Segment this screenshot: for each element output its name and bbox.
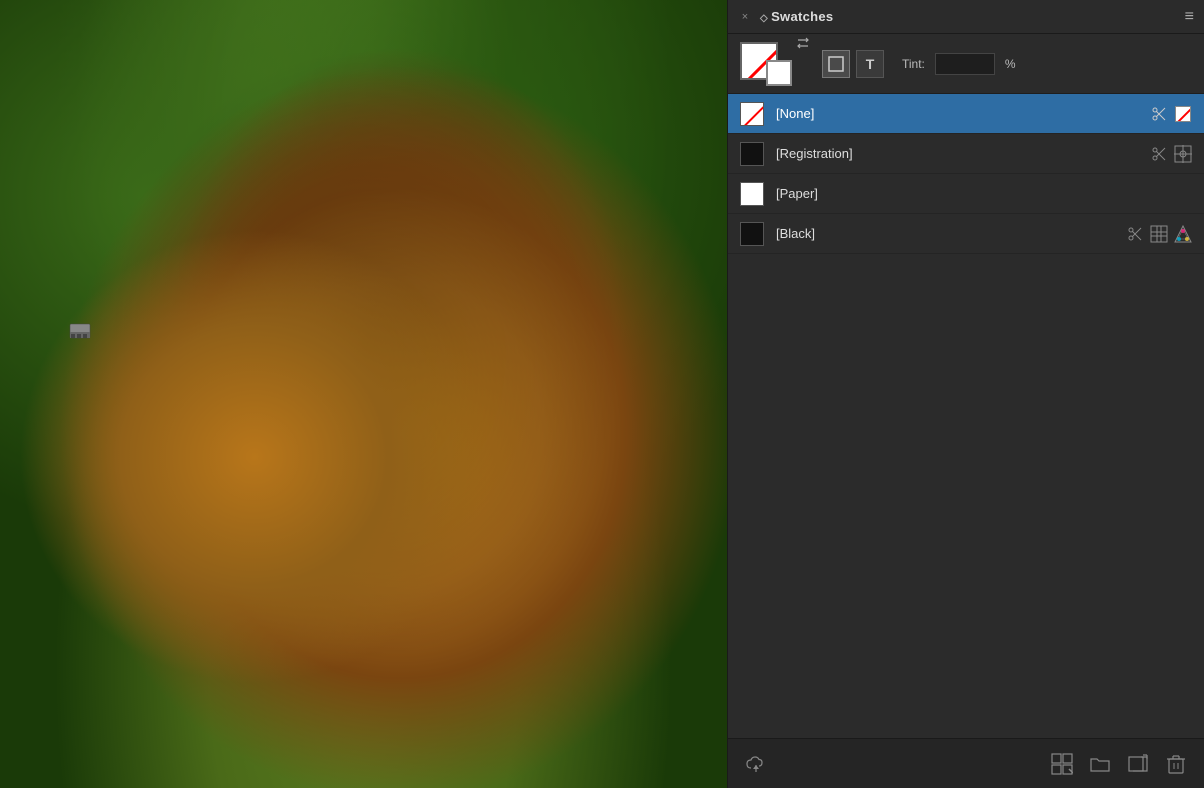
swatch-item-black[interactable]: [Black] <box>728 214 1204 254</box>
scissors-icon <box>1150 105 1168 123</box>
panel-menu-button[interactable]: ≡ <box>1185 9 1194 25</box>
cloud-button[interactable] <box>744 752 768 776</box>
swatches-panel: × Swatches ≡ <box>727 0 1204 788</box>
tool-cursor <box>68 310 100 342</box>
swatch-icons-none <box>1150 105 1192 123</box>
crosshair-icon-reg <box>1174 145 1192 163</box>
swatch-color-registration <box>740 142 764 166</box>
panel-footer <box>728 738 1204 788</box>
canvas-area <box>0 0 727 788</box>
text-mode-button[interactable]: T <box>856 50 884 78</box>
tint-input[interactable] <box>935 53 995 75</box>
scissors-icon-reg <box>1150 145 1168 163</box>
footer-right <box>1050 752 1188 776</box>
new-swatch-button[interactable] <box>1126 752 1150 776</box>
fg-bg-colors[interactable] <box>740 42 792 86</box>
footer-left <box>744 752 768 776</box>
panel-header: × Swatches ≡ <box>728 0 1204 34</box>
grid-icon-black <box>1150 225 1168 243</box>
swatch-item-none[interactable]: [None] <box>728 94 1204 134</box>
delete-swatch-button[interactable] <box>1164 752 1188 776</box>
fill-mode-button[interactable] <box>822 50 850 78</box>
swatch-item-paper[interactable]: [Paper] <box>728 174 1204 214</box>
grid-display-button[interactable] <box>1050 752 1074 776</box>
color-mode-buttons: T <box>822 50 884 78</box>
swatch-name-none: [None] <box>776 106 1150 121</box>
panel-title: Swatches <box>760 9 833 24</box>
tint-label: Tint: <box>902 57 925 71</box>
swatch-name-registration: [Registration] <box>776 146 1150 161</box>
close-button[interactable]: × <box>738 10 752 24</box>
swatch-color-none <box>740 102 764 126</box>
color-selector-row: T Tint: % <box>728 34 1204 94</box>
panel-header-left: × Swatches <box>738 9 833 24</box>
swatch-item-registration[interactable]: [Registration] <box>728 134 1204 174</box>
swatch-color-paper <box>740 182 764 206</box>
swatch-name-paper: [Paper] <box>776 186 1192 201</box>
lion-photo <box>0 0 727 788</box>
scissors-icon-black <box>1126 225 1144 243</box>
color-icon-black <box>1174 225 1192 243</box>
background-color[interactable] <box>766 60 792 86</box>
swatches-list: [None] <box>728 94 1204 738</box>
folder-button[interactable] <box>1088 752 1112 776</box>
tint-percent-label: % <box>1005 57 1016 71</box>
swatch-icons-black <box>1126 225 1192 243</box>
swatch-name-black: [Black] <box>776 226 1126 241</box>
none-icon <box>1174 105 1192 123</box>
swatch-color-black <box>740 222 764 246</box>
swatch-icons-registration <box>1150 145 1192 163</box>
